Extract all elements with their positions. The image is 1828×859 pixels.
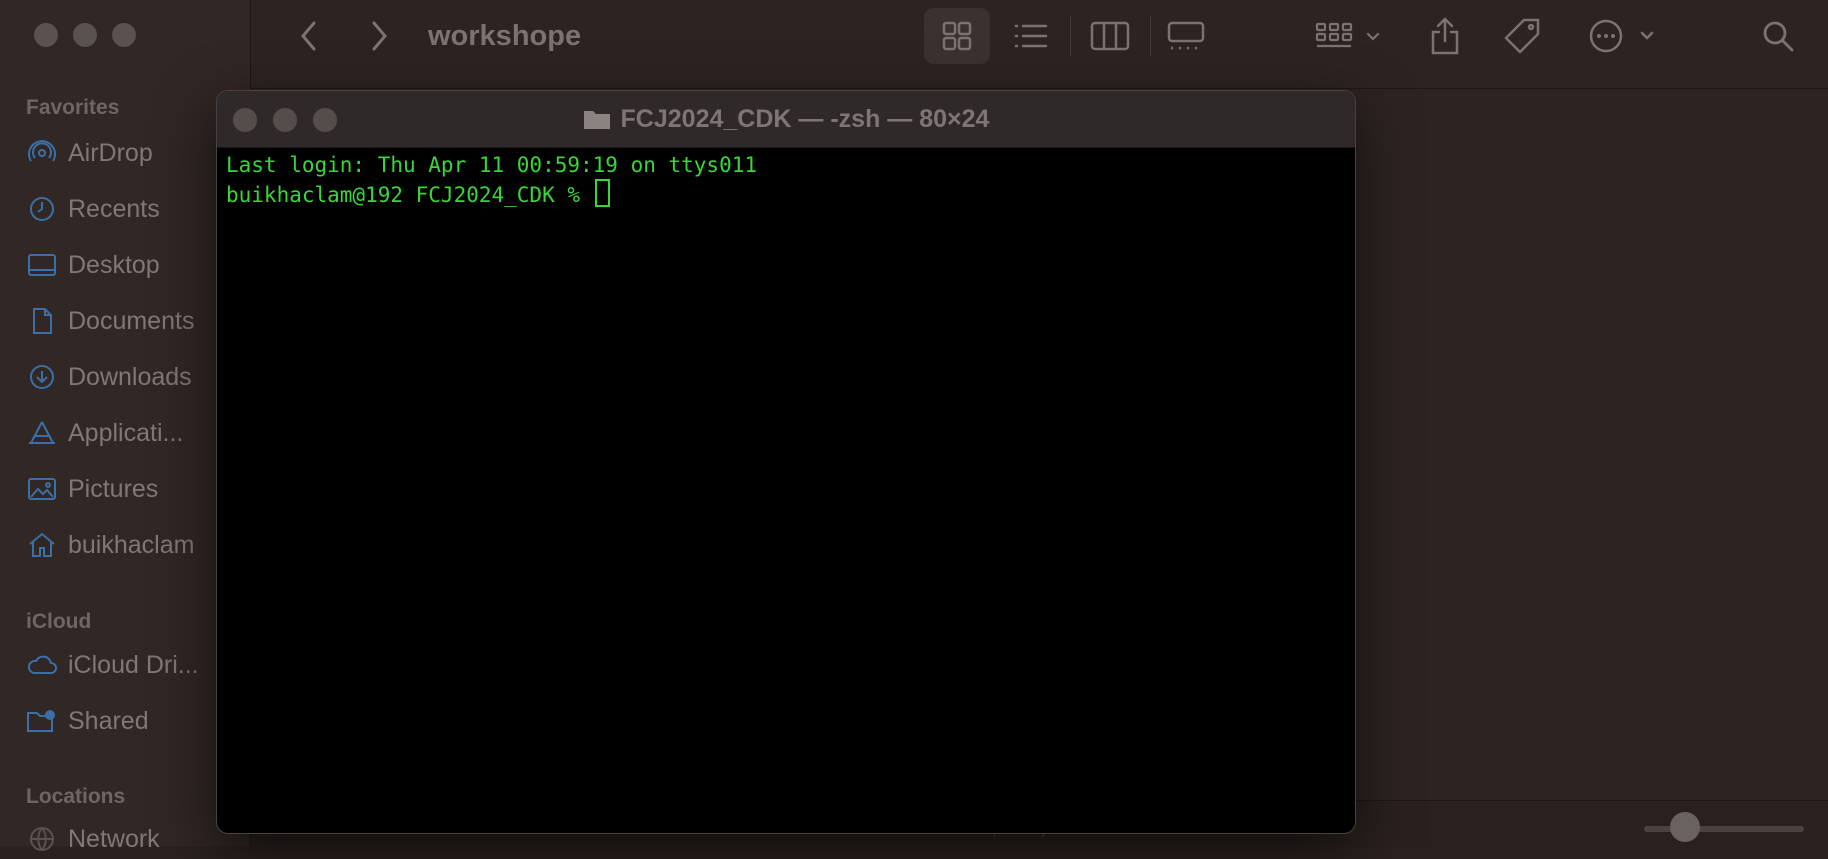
locations-heading: Locations xyxy=(26,785,126,808)
network-icon xyxy=(26,825,58,853)
sidebar-item-label: Pictures xyxy=(68,474,159,503)
terminal-prompt-line: buikhaclam@192 FCJ2024_CDK % xyxy=(226,179,1355,207)
sidebar-item-home[interactable]: buikhaclam xyxy=(26,525,248,565)
terminal-titlebar[interactable]: FCJ2024_CDK — -zsh — 80×24 xyxy=(217,91,1355,148)
sidebar-item-label: Recents xyxy=(68,194,160,223)
airdrop-icon xyxy=(26,139,58,167)
columns-icon xyxy=(1090,21,1130,51)
sidebar-item-label: Downloads xyxy=(68,362,192,391)
sidebar-item-network[interactable]: Network xyxy=(26,819,248,859)
chevron-left-icon xyxy=(301,21,316,51)
sidebar-item-shared[interactable]: Shared xyxy=(26,701,248,741)
applications-icon xyxy=(26,419,58,447)
list-icon xyxy=(1014,24,1048,48)
sidebar-item-recents[interactable]: Recents xyxy=(26,189,248,229)
tag-icon xyxy=(1504,18,1540,54)
list-view-button[interactable] xyxy=(1012,14,1050,58)
terminal-title: FCJ2024_CDK — -zsh — 80×24 xyxy=(217,91,1355,147)
home-icon xyxy=(26,531,58,559)
sidebar-item-label: Desktop xyxy=(68,250,160,279)
tag-button[interactable] xyxy=(1502,14,1542,58)
download-icon xyxy=(26,363,58,391)
sidebar-item-icloud-drive[interactable]: iCloud Dri... xyxy=(26,645,248,685)
sidebar-item-desktop[interactable]: Desktop xyxy=(26,245,248,285)
minimize-button[interactable] xyxy=(73,23,97,47)
pictures-icon xyxy=(26,475,58,503)
sidebar-item-pictures[interactable]: Pictures xyxy=(26,469,248,509)
favorites-heading: Favorites xyxy=(26,96,120,119)
column-view-button[interactable] xyxy=(1090,14,1130,58)
clock-icon xyxy=(26,195,58,223)
sidebar-item-label: Documents xyxy=(68,306,195,335)
sidebar-item-downloads[interactable]: Downloads xyxy=(26,357,248,397)
back-button[interactable] xyxy=(294,14,324,58)
action-menu-button[interactable] xyxy=(1588,14,1658,58)
terminal-line: Last login: Thu Apr 11 00:59:19 on ttys0… xyxy=(226,153,758,177)
sidebar-item-airdrop[interactable]: AirDrop xyxy=(26,133,248,173)
gallery-view-button[interactable] xyxy=(1166,14,1206,58)
icon-size-slider-knob[interactable] xyxy=(1670,812,1700,842)
terminal-title-text: FCJ2024_CDK — -zsh — 80×24 xyxy=(620,104,990,133)
icloud-heading: iCloud xyxy=(26,610,92,633)
zoom-button[interactable] xyxy=(112,23,136,47)
folder-title: workshope xyxy=(428,20,582,52)
chevron-right-icon xyxy=(372,21,387,51)
search-icon xyxy=(1763,21,1794,52)
sidebar-item-label: AirDrop xyxy=(68,138,153,167)
terminal-content[interactable]: Last login: Thu Apr 11 00:59:19 on ttys0… xyxy=(226,151,1355,833)
grid-icon xyxy=(940,14,974,58)
sidebar-item-label: iCloud Dri... xyxy=(68,650,199,679)
search-button[interactable] xyxy=(1760,14,1796,58)
terminal-window[interactable]: FCJ2024_CDK — -zsh — 80×24 Last login: T… xyxy=(216,90,1356,834)
cloud-icon xyxy=(26,651,58,679)
more-icon xyxy=(1589,19,1654,53)
sidebar-item-label: Shared xyxy=(68,706,149,735)
icon-size-slider[interactable] xyxy=(1644,826,1804,832)
terminal-prompt: buikhaclam@192 FCJ2024_CDK % xyxy=(226,183,593,207)
toolbar-divider xyxy=(1150,16,1151,56)
gallery-icon xyxy=(1167,21,1205,50)
forward-button[interactable] xyxy=(364,14,394,58)
toolbar-divider xyxy=(1070,16,1071,56)
terminal-cursor xyxy=(594,179,610,207)
sidebar-item-documents[interactable]: Documents xyxy=(26,301,248,341)
group-by-button[interactable] xyxy=(1314,14,1386,58)
sidebar-item-applications[interactable]: Applicati... xyxy=(26,413,248,453)
sidebar-item-label: buikhaclam xyxy=(68,530,195,559)
sidebar-item-label: Network xyxy=(68,824,160,853)
close-button[interactable] xyxy=(34,23,58,47)
finder-sidebar: Favorites AirDrop Recents Desktop Docume… xyxy=(0,0,251,853)
share-icon xyxy=(1431,17,1459,55)
folder-icon xyxy=(583,111,610,129)
group-icon xyxy=(1315,22,1380,48)
document-icon xyxy=(26,307,58,335)
share-button[interactable] xyxy=(1428,14,1462,58)
sidebar-item-label: Applicati... xyxy=(68,418,184,447)
desktop-icon xyxy=(26,251,58,279)
shared-folder-icon xyxy=(26,707,58,735)
